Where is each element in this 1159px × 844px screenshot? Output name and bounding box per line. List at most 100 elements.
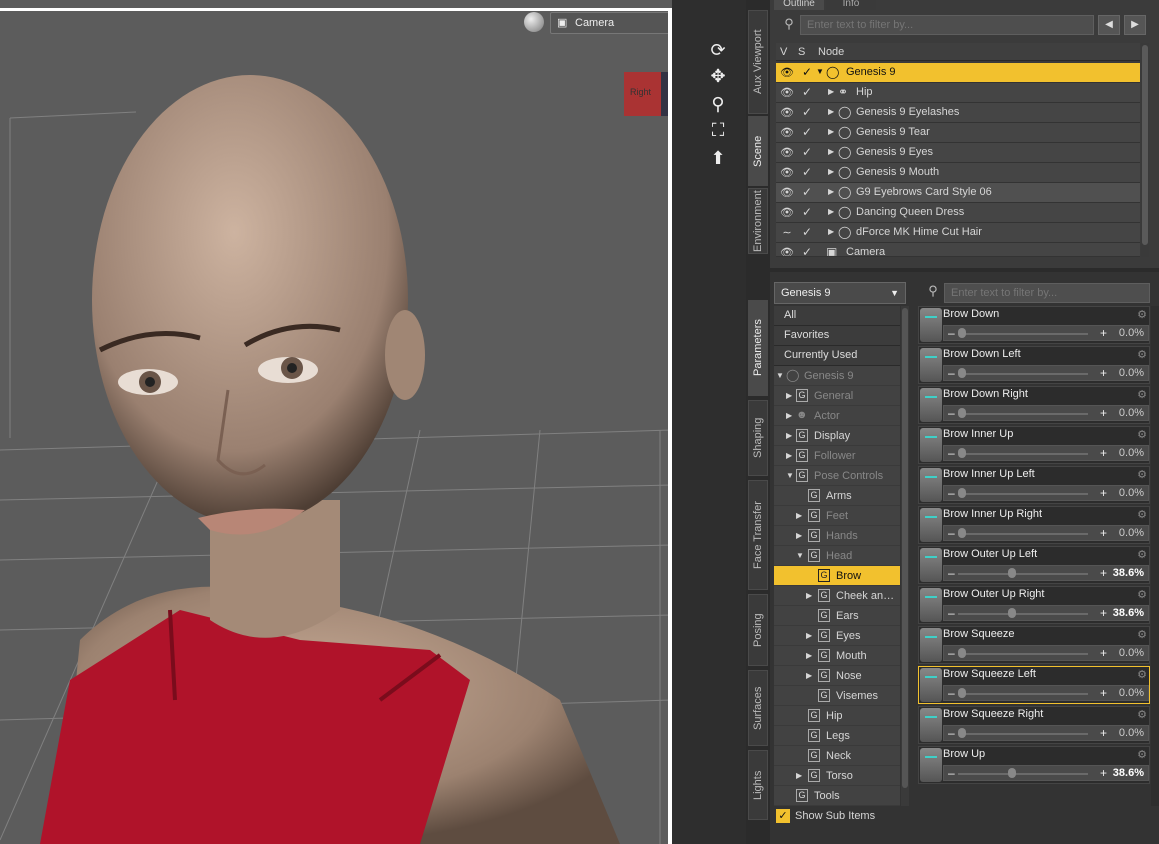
expand-icon[interactable]: ▶ bbox=[828, 187, 834, 196]
gear-icon[interactable]: ⚙ bbox=[1137, 548, 1147, 561]
increment-button[interactable]: + bbox=[1100, 486, 1107, 500]
selectable-icon[interactable]: ✓ bbox=[798, 125, 816, 139]
expand-icon[interactable]: ▼ bbox=[786, 471, 794, 480]
slider-knob[interactable] bbox=[958, 488, 966, 498]
display-style-sphere-icon[interactable] bbox=[524, 12, 544, 32]
column-v[interactable]: V bbox=[780, 46, 787, 58]
slider-brow-down-right[interactable]: Brow Down Right ⚙ – + 0.0% bbox=[918, 386, 1150, 424]
slider-bar[interactable]: – + 38.6% bbox=[943, 765, 1149, 781]
tree-brow[interactable]: G Brow bbox=[774, 566, 900, 586]
decrement-button[interactable]: – bbox=[948, 406, 955, 420]
eye-icon[interactable]: 👁 bbox=[778, 86, 796, 99]
expand-icon[interactable]: ▶ bbox=[828, 127, 834, 136]
gear-icon[interactable]: ⚙ bbox=[1137, 348, 1147, 361]
slider-track[interactable] bbox=[958, 533, 1088, 535]
slider-track[interactable] bbox=[958, 693, 1088, 695]
decrement-button[interactable]: – bbox=[948, 526, 955, 540]
selectable-icon[interactable]: ✓ bbox=[798, 165, 816, 179]
gear-icon[interactable]: ⚙ bbox=[1137, 388, 1147, 401]
expand-icon[interactable]: ▶ bbox=[828, 207, 834, 216]
eye-closed-icon[interactable]: ∼ bbox=[778, 226, 796, 239]
pan-icon[interactable]: ✥ bbox=[706, 64, 730, 88]
slider-knob[interactable] bbox=[1008, 768, 1017, 778]
selectable-icon[interactable]: ✓ bbox=[798, 185, 816, 199]
tab-scene[interactable]: Scene bbox=[748, 116, 768, 186]
tree-genesis-9[interactable]: ▼ ◯ Genesis 9 bbox=[774, 366, 900, 386]
tree-arms[interactable]: G Arms bbox=[774, 486, 900, 506]
slider-bar[interactable]: – + 38.6% bbox=[943, 605, 1149, 621]
parameter-value[interactable]: 0.0% bbox=[1119, 407, 1144, 419]
expand-icon[interactable]: ▶ bbox=[806, 651, 812, 660]
expand-icon[interactable]: ▶ bbox=[828, 147, 834, 156]
preset-currently-used[interactable]: Currently Used bbox=[774, 346, 900, 366]
eye-icon[interactable]: 👁 bbox=[778, 166, 796, 179]
slider-knob[interactable] bbox=[958, 448, 966, 458]
expand-icon[interactable]: ▼ bbox=[796, 551, 804, 560]
slider-bar[interactable]: – + 0.0% bbox=[943, 365, 1149, 381]
slider-bar[interactable]: – + 0.0% bbox=[943, 685, 1149, 701]
scene-scrollbar[interactable] bbox=[1141, 43, 1149, 257]
scene-node-hip[interactable]: 👁 ✓ ▶ ⚭ Hip bbox=[776, 83, 1140, 103]
column-s[interactable]: S bbox=[798, 46, 805, 58]
tab-environment[interactable]: Environment bbox=[748, 188, 768, 254]
tree-cheek[interactable]: ▶ G Cheek an… bbox=[774, 586, 900, 606]
expand-icon[interactable]: ▶ bbox=[786, 451, 792, 460]
slider-brow-inner-up[interactable]: Brow Inner Up ⚙ – + 0.0% bbox=[918, 426, 1150, 464]
slider-brow-inner-up-right[interactable]: Brow Inner Up Right ⚙ – + 0.0% bbox=[918, 506, 1150, 544]
gear-icon[interactable]: ⚙ bbox=[1137, 708, 1147, 721]
prev-arrow-icon[interactable]: ◀ bbox=[1098, 15, 1120, 35]
expand-icon[interactable]: ▶ bbox=[806, 671, 812, 680]
preset-all[interactable]: All bbox=[774, 306, 900, 326]
slider-track[interactable] bbox=[958, 333, 1088, 335]
expand-icon[interactable]: ▶ bbox=[828, 167, 834, 176]
decrement-button[interactable]: – bbox=[948, 646, 955, 660]
tree-actor[interactable]: ▶ ☻ Actor bbox=[774, 406, 900, 426]
parameter-value[interactable]: 0.0% bbox=[1119, 527, 1144, 539]
parameter-value[interactable]: 0.0% bbox=[1119, 487, 1144, 499]
scene-filter-input[interactable] bbox=[800, 15, 1094, 35]
gear-icon[interactable]: ⚙ bbox=[1137, 668, 1147, 681]
expand-icon[interactable]: ▶ bbox=[786, 391, 792, 400]
sliders-scrollbar[interactable] bbox=[1151, 306, 1159, 806]
increment-button[interactable]: + bbox=[1100, 726, 1107, 740]
expand-icon[interactable]: ▶ bbox=[828, 107, 834, 116]
gear-icon[interactable]: ⚙ bbox=[1137, 628, 1147, 641]
slider-brow-squeeze-left[interactable]: Brow Squeeze Left ⚙ – + 0.0% bbox=[918, 666, 1150, 704]
scene-node-tear[interactable]: 👁 ✓ ▶ ◯ Genesis 9 Tear bbox=[776, 123, 1140, 143]
slider-brow-inner-up-left[interactable]: Brow Inner Up Left ⚙ – + 0.0% bbox=[918, 466, 1150, 504]
expand-icon[interactable]: ▼ bbox=[816, 67, 824, 76]
node-select[interactable]: Genesis 9 ▼ bbox=[774, 282, 906, 304]
selectable-icon[interactable]: ✓ bbox=[798, 85, 816, 99]
decrement-button[interactable]: – bbox=[948, 726, 955, 740]
scene-node-eyelashes[interactable]: 👁 ✓ ▶ ◯ Genesis 9 Eyelashes bbox=[776, 103, 1140, 123]
parameter-value[interactable]: 38.6% bbox=[1113, 607, 1144, 619]
tree-legs[interactable]: G Legs bbox=[774, 726, 900, 746]
parameter-value[interactable]: 0.0% bbox=[1119, 447, 1144, 459]
tab-info[interactable]: Info bbox=[826, 0, 876, 10]
slider-brow-squeeze[interactable]: Brow Squeeze ⚙ – + 0.0% bbox=[918, 626, 1150, 664]
decrement-button[interactable]: – bbox=[948, 766, 955, 780]
parameter-value[interactable]: 0.0% bbox=[1119, 727, 1144, 739]
parameter-value[interactable]: 0.0% bbox=[1119, 647, 1144, 659]
expand-icon[interactable]: ▶ bbox=[828, 87, 834, 96]
slider-knob[interactable] bbox=[1008, 568, 1017, 578]
selectable-icon[interactable]: ✓ bbox=[798, 105, 816, 119]
preset-favorites[interactable]: Favorites bbox=[774, 326, 900, 346]
gear-icon[interactable]: ⚙ bbox=[1137, 428, 1147, 441]
slider-knob[interactable] bbox=[958, 408, 966, 418]
tree-eyes[interactable]: ▶ G Eyes bbox=[774, 626, 900, 646]
eye-icon[interactable]: 👁 bbox=[778, 206, 796, 219]
tree-head[interactable]: ▼ G Head bbox=[774, 546, 900, 566]
eye-icon[interactable]: 👁 bbox=[778, 186, 796, 199]
camera-select[interactable]: ▣ Camera ▼ bbox=[550, 12, 672, 34]
show-sub-items-checkbox[interactable]: ✓ bbox=[776, 809, 790, 823]
params-filter-input[interactable] bbox=[944, 283, 1150, 303]
slider-bar[interactable]: – + 0.0% bbox=[943, 525, 1149, 541]
frame-icon[interactable]: ⛶ bbox=[706, 118, 730, 142]
scrollbar-thumb[interactable] bbox=[1142, 45, 1148, 245]
selectable-icon[interactable]: ✓ bbox=[798, 205, 816, 219]
decrement-button[interactable]: – bbox=[948, 486, 955, 500]
increment-button[interactable]: + bbox=[1100, 686, 1107, 700]
eye-icon[interactable]: 👁 bbox=[778, 246, 796, 256]
tree-mouth[interactable]: ▶ G Mouth bbox=[774, 646, 900, 666]
